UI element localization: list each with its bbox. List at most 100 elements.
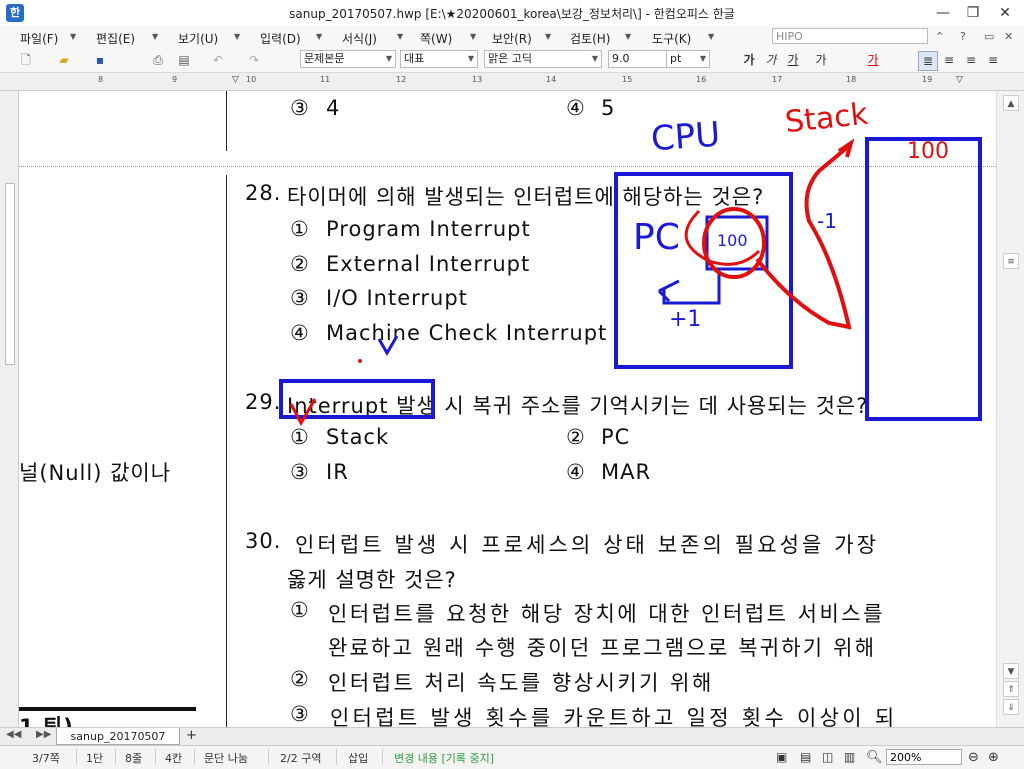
indent-marker-icon[interactable]: ▽ xyxy=(956,75,963,85)
tab-document[interactable]: sanup_20170507 xyxy=(56,728,180,745)
italic-button[interactable]: 가 xyxy=(762,51,780,69)
chevron-down-icon[interactable]: ▼ xyxy=(545,32,551,41)
search-input[interactable]: HIPO xyxy=(772,28,928,44)
chevron-down-icon[interactable]: ▼ xyxy=(152,32,158,41)
undo-icon[interactable]: ↶ xyxy=(210,52,226,68)
status-divider xyxy=(336,749,337,765)
status-divider xyxy=(194,749,195,765)
chevron-down-icon[interactable]: ▼ xyxy=(470,32,476,41)
align-left-icon[interactable]: ≡ xyxy=(940,51,958,69)
chevron-down-icon[interactable]: ▼ xyxy=(234,32,240,41)
view-normal-icon[interactable]: ▣ xyxy=(776,750,787,764)
scroll-up-icon[interactable]: ▲ xyxy=(1003,95,1019,111)
tab-next-icon[interactable]: ▶▶ xyxy=(36,729,51,740)
strike-button[interactable]: 가 xyxy=(812,51,830,69)
menu-page[interactable]: 쪽(W) xyxy=(420,30,452,47)
new-document-icon[interactable]: 🗋 xyxy=(18,52,34,68)
open-folder-icon[interactable]: ▰ xyxy=(56,52,72,68)
stack-box xyxy=(865,137,982,421)
zoom-in-icon[interactable]: ⊕ xyxy=(988,750,999,765)
ruler-number: 14 xyxy=(546,75,557,84)
font-kind-select[interactable]: 대표 ▼ xyxy=(400,50,478,68)
help-icon[interactable]: ? xyxy=(960,30,966,43)
ruler-number: 19 xyxy=(922,75,933,84)
view-page-icon[interactable]: ▤ xyxy=(800,750,811,764)
ruler-number: 15 xyxy=(622,75,633,84)
zoom-select[interactable]: 200% xyxy=(886,749,962,765)
chevron-down-icon[interactable]: ▼ xyxy=(708,32,714,41)
indent-marker-icon[interactable]: ▽ xyxy=(232,75,239,85)
status-divider xyxy=(155,749,156,765)
close-button[interactable]: ✕ xyxy=(990,2,1020,24)
status-divider xyxy=(382,749,383,765)
restore-icon[interactable]: ▭ xyxy=(984,30,994,43)
maximize-button[interactable]: ❐ xyxy=(958,2,988,24)
ruler-number: 10 xyxy=(246,75,257,84)
menu-edit[interactable]: 편집(E) xyxy=(96,30,135,47)
page-up-icon[interactable]: ⇑ xyxy=(1003,681,1019,697)
view-outline-icon[interactable]: ▥ xyxy=(844,750,855,764)
pc-label: PC xyxy=(633,217,680,258)
unit-select[interactable]: pt ▼ xyxy=(666,50,710,68)
bold-button[interactable]: 가 xyxy=(740,51,758,69)
status-track-changes[interactable]: 변경 내용 [기록 중지] xyxy=(394,750,494,766)
chevron-down-icon[interactable]: ▼ xyxy=(625,32,631,41)
save-icon[interactable]: ▪ xyxy=(92,52,108,68)
font-color-button[interactable]: 가 xyxy=(864,51,882,69)
zoom-value: 200% xyxy=(890,751,922,764)
chevron-down-icon[interactable]: ▼ xyxy=(397,32,403,41)
red-check-mark xyxy=(289,398,317,427)
ruler-number: 16 xyxy=(696,75,707,84)
document-tab-bar: ◀◀ ▶▶ sanup_20170507 + xyxy=(0,727,1024,746)
status-divider xyxy=(76,749,77,765)
tab-prev-icon[interactable]: ◀◀ xyxy=(6,729,21,740)
status-section: 2/2 구역 xyxy=(280,752,322,765)
menu-security[interactable]: 보안(R) xyxy=(492,30,532,47)
zoom-icon[interactable]: 🔍︎ xyxy=(866,750,883,765)
menu-review[interactable]: 검토(H) xyxy=(570,30,610,47)
menu-format[interactable]: 서식(J) xyxy=(342,30,377,47)
status-page[interactable]: 3/7쪽 xyxy=(32,750,60,766)
ruler-number: 18 xyxy=(846,75,857,84)
unit-value: pt xyxy=(670,52,682,65)
chevron-down-icon[interactable]: ▼ xyxy=(70,32,76,41)
document-page[interactable]: ③ 4 ④ 5 널(Null) 값이나 1 ᄐᆡ) 28. 타이머에 의해 발생… xyxy=(19,91,996,727)
view-web-icon[interactable]: ◫ xyxy=(822,750,833,764)
vertical-scrollbar[interactable]: ▲ ≡ ▼ ⇑ ⇓ xyxy=(996,91,1024,727)
underline-button[interactable]: 가 xyxy=(784,51,802,69)
increment-arrow xyxy=(657,271,721,305)
font-value: 맑은 고딕 xyxy=(488,52,532,65)
menu-insert[interactable]: 입력(D) xyxy=(260,30,301,47)
red-dot xyxy=(358,359,362,363)
style-value: 문제본문 xyxy=(304,52,345,65)
minimize-button[interactable]: — xyxy=(928,2,958,24)
ruler-number: 13 xyxy=(472,75,483,84)
align-center-icon[interactable]: ≡ xyxy=(962,51,980,69)
add-tab-button[interactable]: + xyxy=(186,728,197,743)
menu-tools[interactable]: 도구(K) xyxy=(652,30,691,47)
pc-value-label: 100 xyxy=(717,231,748,250)
zoom-out-icon[interactable]: ⊖ xyxy=(968,750,979,765)
scroll-thumb[interactable]: ≡ xyxy=(1003,253,1019,269)
print-icon[interactable]: ⎙ xyxy=(150,52,166,68)
chevron-down-icon[interactable]: ▼ xyxy=(316,32,322,41)
title-bar: 한 sanup_20170507.hwp [E:\★20200601_korea… xyxy=(0,0,1024,27)
status-insert[interactable]: 삽입 xyxy=(348,750,368,766)
vertical-ruler[interactable] xyxy=(0,91,19,727)
ribbon-toggle-icon[interactable]: ⌃ xyxy=(935,30,944,43)
menu-file[interactable]: 파일(F) xyxy=(20,30,58,47)
horizontal-ruler[interactable]: 8 9 10 11 12 13 14 15 16 17 18 19 ▽ ▽ xyxy=(0,73,1024,91)
font-size-input[interactable]: 9.0 xyxy=(608,50,668,68)
font-kind-value: 대표 xyxy=(404,52,425,65)
align-justify-icon[interactable]: ≣ xyxy=(918,51,938,71)
menu-view[interactable]: 보기(U) xyxy=(178,30,218,47)
style-select[interactable]: 문제본문 ▼ xyxy=(300,50,396,68)
scroll-down-icon[interactable]: ▼ xyxy=(1003,663,1019,679)
align-right-icon[interactable]: ≡ xyxy=(984,51,1002,69)
close-doc-icon[interactable]: ✕ xyxy=(1004,30,1013,43)
preview-icon[interactable]: ▤ xyxy=(176,52,192,68)
redo-icon[interactable]: ↷ xyxy=(246,52,262,68)
font-select[interactable]: 맑은 고딕 ▼ xyxy=(484,50,602,68)
stack-value-label: 100 xyxy=(907,139,949,164)
page-down-icon[interactable]: ⇓ xyxy=(1003,699,1019,715)
